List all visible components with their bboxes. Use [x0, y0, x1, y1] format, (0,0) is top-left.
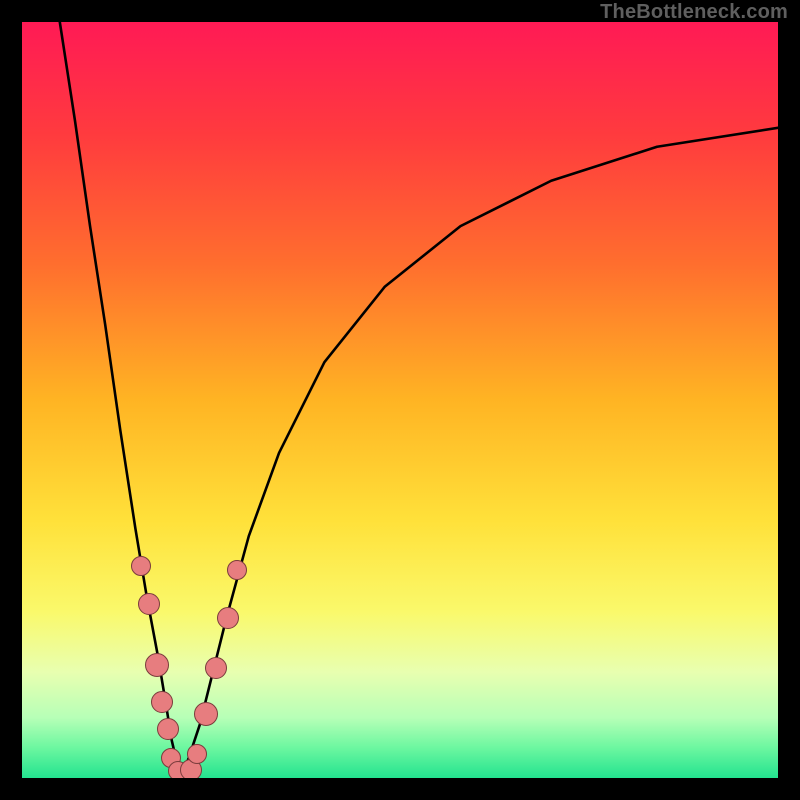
highlight-dot — [217, 607, 239, 629]
plot-area — [22, 22, 778, 778]
watermark-text: TheBottleneck.com — [600, 1, 788, 24]
highlight-dot — [194, 702, 218, 726]
curve-right-branch — [181, 128, 778, 778]
highlight-dot — [157, 718, 179, 740]
highlight-dot — [187, 744, 207, 764]
highlight-dot — [138, 593, 160, 615]
highlight-dot — [205, 657, 227, 679]
highlight-dot — [227, 560, 247, 580]
highlight-dot — [145, 653, 169, 677]
highlight-dot — [131, 556, 151, 576]
highlight-dot — [151, 691, 173, 713]
bottleneck-curve — [22, 22, 778, 778]
